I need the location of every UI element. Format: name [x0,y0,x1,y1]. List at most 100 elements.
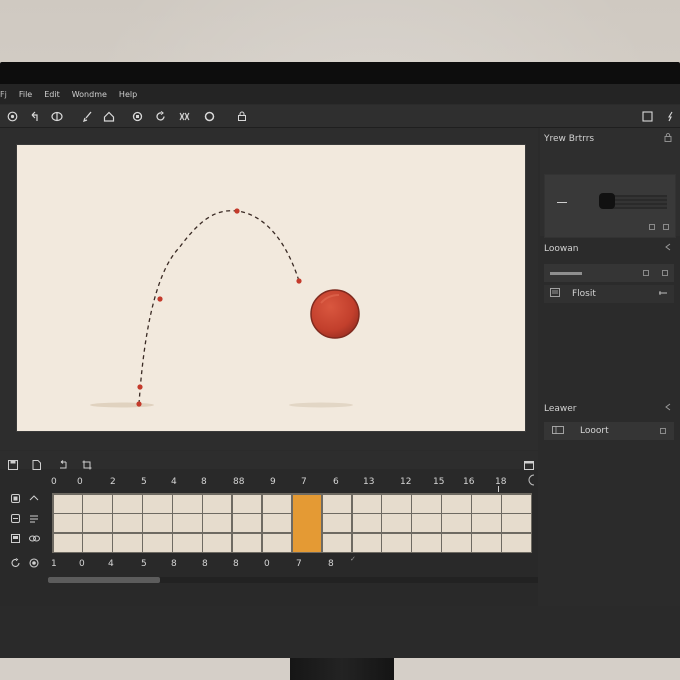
keyframe-icon[interactable] [658,289,668,300]
frame-cell[interactable] [322,494,352,513]
frame-cell[interactable] [232,533,262,552]
frame-cell[interactable] [382,533,411,552]
square-icon[interactable] [663,224,669,230]
lock-icon[interactable] [664,133,672,144]
layer-lock-icon[interactable] [11,514,20,525]
frame-cell[interactable] [203,514,232,532]
collapse-icon[interactable] [664,403,672,413]
pin-icon[interactable] [663,109,677,123]
frame-cell[interactable] [83,494,112,513]
menu-edit[interactable]: Edit [44,90,60,99]
frame-cell[interactable] [502,514,531,532]
frame-cell[interactable] [53,494,82,513]
red-ball[interactable] [310,289,360,339]
scroll-end-icon[interactable] [528,474,536,489]
frame-cell[interactable] [203,533,232,552]
location-panel-title: Loowan [544,244,579,254]
keyframe-point[interactable] [137,384,143,390]
frame-number: 5 [141,477,147,487]
current-frame-highlight[interactable] [292,494,322,552]
frame-cell[interactable] [412,494,441,513]
frame-cell[interactable] [502,494,531,513]
keyframe-point[interactable] [296,278,302,284]
menu-window[interactable]: Wondme [72,90,107,99]
frame-cell[interactable] [442,533,471,552]
frame-cell[interactable] [382,514,411,532]
frame-cell[interactable] [322,514,352,532]
layer-type-icon[interactable] [11,534,20,545]
square-icon[interactable] [662,270,668,276]
link-icon[interactable] [29,534,40,545]
collapse-icon[interactable] [664,243,672,253]
list-icon [550,288,560,300]
undo-icon[interactable] [27,109,41,123]
frame-cell[interactable] [53,533,82,552]
property-slider-knob[interactable] [599,193,615,209]
frame-cell[interactable] [262,533,292,552]
equalizer-icon[interactable] [29,514,39,525]
rotate-icon[interactable] [153,109,167,123]
frame-cell[interactable] [83,533,112,552]
minus-icon[interactable] [557,202,567,203]
stage-canvas[interactable] [16,144,526,432]
frame-grid[interactable] [52,493,532,553]
timeline-scroll-thumb[interactable] [48,577,160,583]
keyframe-point[interactable] [157,296,163,302]
frame-cell[interactable] [113,533,142,552]
frame-cell[interactable] [53,514,82,532]
menu-help[interactable]: Help [119,90,137,99]
layer-row[interactable]: Looort [544,422,674,440]
frame-cell[interactable] [173,514,202,532]
square-icon[interactable] [660,428,666,434]
motion-path[interactable] [138,210,300,405]
frame-cell[interactable] [472,533,501,552]
frame-cell[interactable] [143,533,172,552]
layer-visibility-icon[interactable] [11,494,20,505]
record-icon[interactable] [5,109,19,123]
frame-cell[interactable] [232,514,262,532]
frame-cell[interactable] [173,533,202,552]
frame-value: 0 [264,559,270,569]
frame-cell[interactable] [143,494,172,513]
frame-cell[interactable] [352,533,381,552]
lock-icon[interactable] [235,109,249,123]
keyframe-point[interactable] [234,208,240,214]
eye-icon[interactable] [50,109,64,123]
frame-cell[interactable] [352,494,381,513]
menu-file[interactable]: File [19,90,32,99]
frame-cell[interactable] [472,514,501,532]
menu-app[interactable]: Fj [0,90,7,99]
frame-cell[interactable] [442,514,471,532]
panel-icon[interactable] [640,109,654,123]
frame-cell[interactable] [83,514,112,532]
frame-cell[interactable] [173,494,202,513]
frame-cell[interactable] [382,494,411,513]
frame-cell[interactable] [412,514,441,532]
frame-cell[interactable] [143,514,172,532]
frame-cell[interactable] [203,494,232,513]
square-icon[interactable] [649,224,655,230]
frame-cell[interactable] [113,494,142,513]
location-field-row[interactable] [544,264,674,282]
sync-icon[interactable] [29,494,39,505]
frame-cell[interactable] [502,533,531,552]
location-item-row[interactable]: Flosit [544,285,674,303]
frame-cell[interactable] [442,494,471,513]
loop-icon[interactable] [177,109,191,123]
playhead-marker[interactable] [498,486,499,492]
frame-cell[interactable] [472,494,501,513]
circle-icon[interactable] [202,109,216,123]
keyframe-point[interactable] [136,401,142,407]
frame-cell[interactable] [113,514,142,532]
frame-cell[interactable] [232,494,262,513]
frame-cell[interactable] [322,533,352,552]
cycle-icon[interactable] [130,109,144,123]
square-icon[interactable] [643,270,649,276]
frame-cell[interactable] [352,514,381,532]
frame-cell[interactable] [262,514,292,532]
brush-icon[interactable] [80,109,94,123]
frame-cell[interactable] [262,494,292,513]
frame-cell[interactable] [412,533,441,552]
timeline-scrollbar[interactable] [48,577,538,583]
home-icon[interactable] [102,109,116,123]
